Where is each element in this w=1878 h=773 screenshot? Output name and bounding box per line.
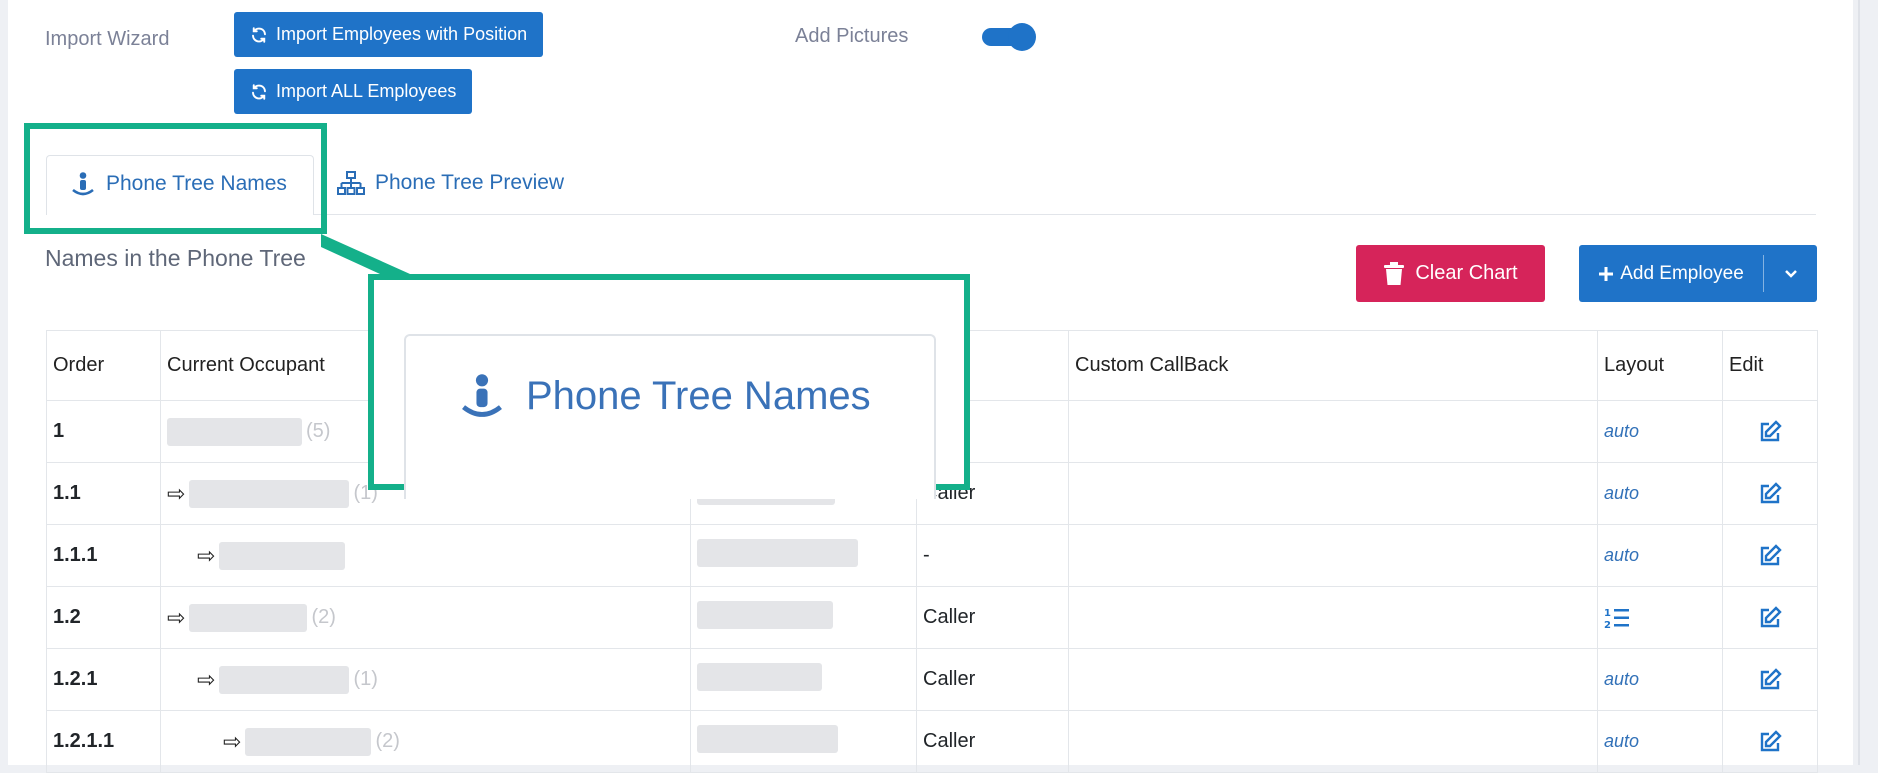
zoom-tab-content: Phone Tree Names xyxy=(458,372,871,420)
highlight-box xyxy=(24,123,327,234)
zoom-callout: Phone Tree Names xyxy=(368,274,970,499)
zoom-tab-label: Phone Tree Names xyxy=(526,373,871,418)
person-pin-icon xyxy=(462,374,502,417)
